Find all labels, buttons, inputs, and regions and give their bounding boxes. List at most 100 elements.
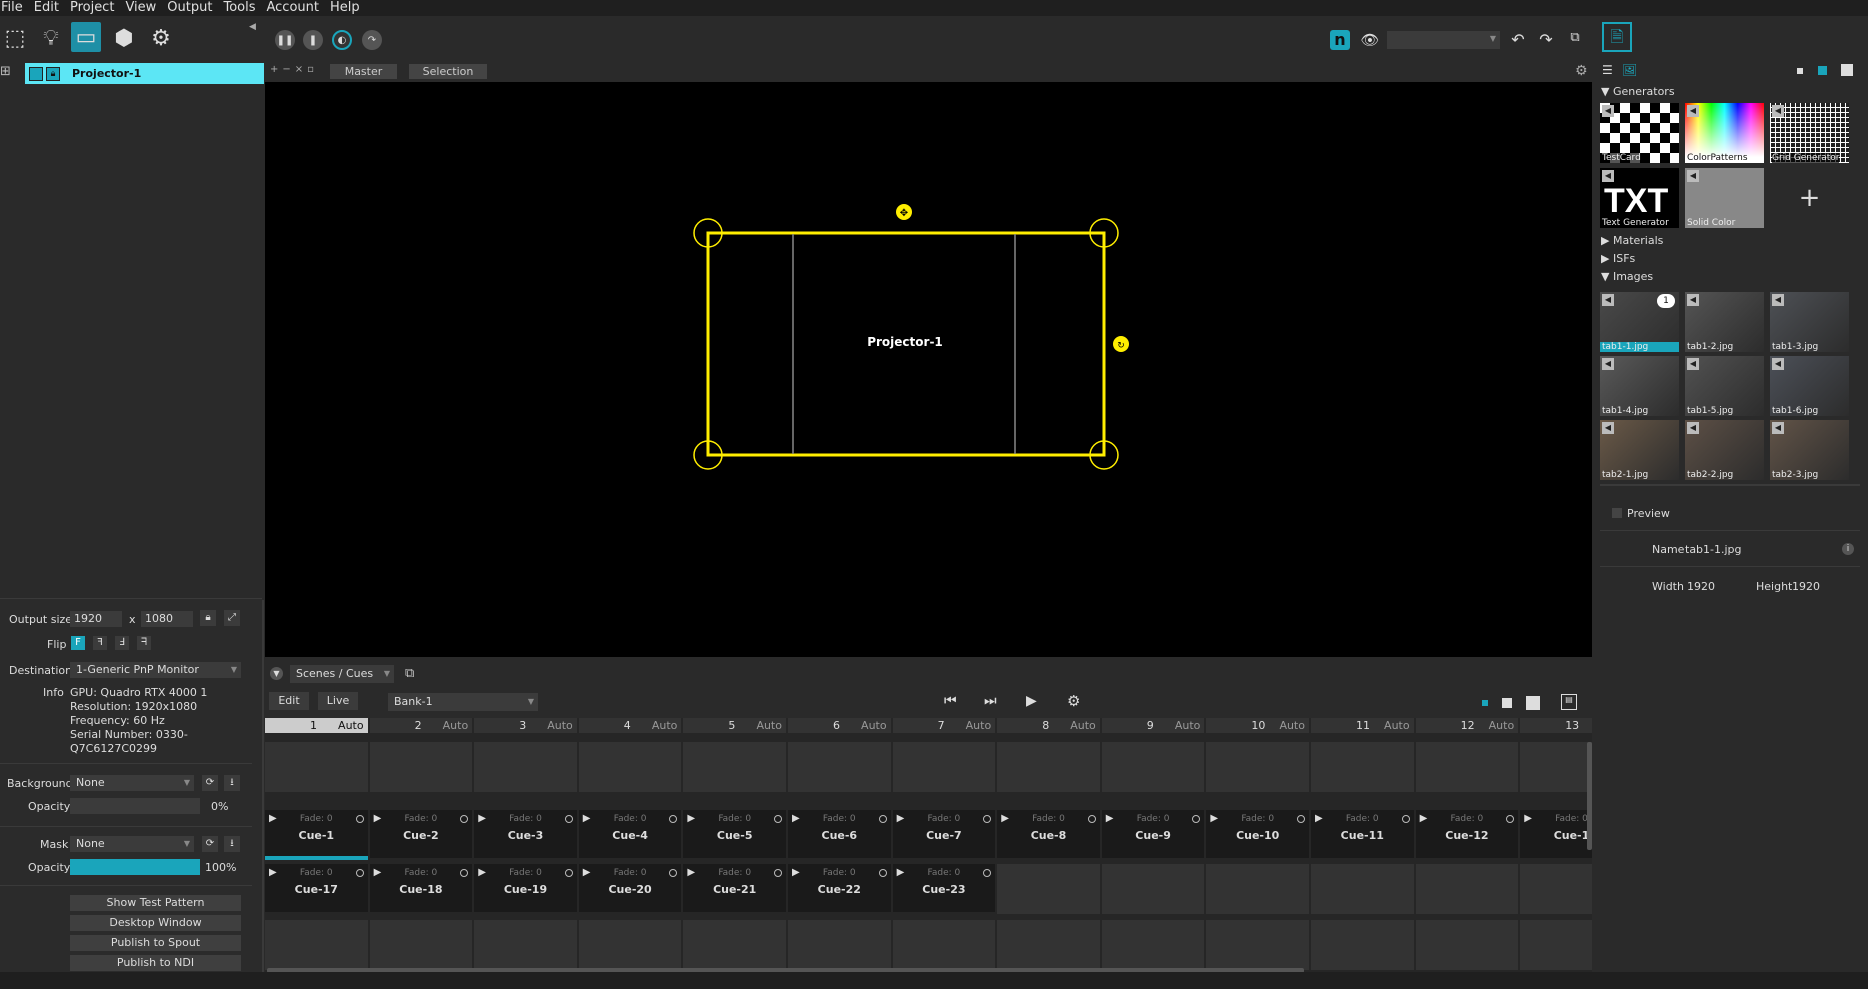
edit-button[interactable]: Edit (269, 692, 309, 710)
flip-vertical-icon[interactable]: Ⅎ (115, 636, 129, 650)
cue-vertical-scrollbar[interactable] (1587, 742, 1592, 850)
empty-cell[interactable] (265, 742, 368, 792)
cue-column-header[interactable]: 12 Auto (1415, 718, 1519, 733)
auto-label[interactable]: Auto (1070, 719, 1096, 732)
cue-cell[interactable]: ▶ Fade: 0 Cue-4 (578, 810, 682, 858)
list-view-icon[interactable]: ☰ (1602, 63, 1613, 77)
image-view-icon[interactable]: 🖼︎ (1622, 63, 1637, 77)
image-thumb[interactable]: ◀ tab2-2.jpg (1685, 420, 1764, 480)
cue-cell[interactable]: ▶ Fade: 0 Cue-1 (1520, 810, 1592, 858)
cue-column-header[interactable]: 2 Auto (369, 718, 473, 733)
cue-cell[interactable]: ▶ Fade: 0 Cue-21 (683, 864, 786, 912)
empty-cell[interactable] (1311, 742, 1414, 792)
size-large-icon[interactable] (1841, 64, 1853, 76)
mask-opacity-slider[interactable] (70, 859, 200, 875)
tab-selection[interactable]: Selection (409, 64, 487, 79)
cue-column-header[interactable]: 6 Auto (788, 718, 891, 733)
mask-dropdown[interactable]: None (70, 836, 194, 852)
image-thumb[interactable]: ◀ tab1-3.jpg (1770, 292, 1849, 352)
empty-cell[interactable] (1101, 742, 1205, 792)
cue-column-header[interactable]: 8 Auto (997, 718, 1100, 733)
redo-icon[interactable]: ↷ (1536, 30, 1556, 50)
generator-grid[interactable]: ◀ Grid Generator (1770, 103, 1849, 163)
empty-cell[interactable] (1206, 864, 1309, 914)
cue-column-header[interactable]: 4 Auto (578, 718, 682, 733)
cue-status-icon[interactable] (1087, 815, 1096, 823)
empty-cell[interactable] (683, 920, 786, 970)
cue-cell[interactable]: ▶ Fade: 0 Cue-17 (265, 864, 368, 912)
lock-icon[interactable]: 🔒︎ (46, 66, 60, 81)
layer-projector-1[interactable]: 🔒︎ Projector-1 (25, 63, 264, 84)
cue-size-medium-icon[interactable] (1502, 698, 1512, 708)
cue-status-icon[interactable] (878, 869, 887, 877)
generators-header[interactable]: ▼ Generators (1601, 85, 1675, 98)
live-button[interactable]: Live (318, 692, 358, 710)
cue-cell[interactable]: ▶ Fade: 0 Cue-1 (265, 810, 368, 860)
menu-view[interactable]: View (124, 0, 162, 16)
viewport-canvas[interactable]: ✥ ↻ Projector-1 (265, 82, 1592, 657)
eye-icon[interactable]: 👁︎ (1360, 30, 1380, 50)
cue-cell[interactable]: ▶ Fade: 0 Cue-11 (1311, 810, 1414, 858)
menu-account[interactable]: Account (266, 0, 326, 16)
empty-cell[interactable] (997, 742, 1100, 792)
empty-cell[interactable] (1206, 742, 1309, 792)
undo-icon[interactable]: ↶ (1508, 30, 1528, 50)
generator-solid-color[interactable]: ◀ Solid Color (1685, 168, 1764, 228)
cue-cell[interactable]: ▶ Fade: 0 Cue-10 (1206, 810, 1309, 858)
empty-cell[interactable] (997, 920, 1100, 970)
thumb-arrow-icon[interactable]: ◀ (1687, 294, 1699, 306)
cue-column-header[interactable]: 11 Auto (1311, 718, 1414, 733)
empty-cell[interactable] (892, 742, 996, 792)
generator-colorpatterns[interactable]: ◀ ColorPatterns (1685, 103, 1764, 163)
light-bulb-icon[interactable]: 💡︎ (36, 23, 66, 53)
cue-cell[interactable]: ▶ Fade: 0 Cue-8 (997, 810, 1100, 858)
thumb-arrow-icon[interactable]: ◀ (1687, 422, 1699, 434)
cue-column-header[interactable]: 13 (1520, 718, 1592, 733)
cue-settings-gear-icon[interactable]: ⚙ (1067, 692, 1080, 710)
auto-label[interactable]: Auto (1384, 719, 1410, 732)
cue-status-icon[interactable] (355, 815, 364, 823)
cue-column-header[interactable]: 7 Auto (892, 718, 996, 733)
empty-cell[interactable] (265, 920, 368, 970)
empty-cell[interactable] (683, 742, 786, 792)
cue-size-large-icon[interactable] (1526, 696, 1540, 710)
cue-cell[interactable]: ▶ Fade: 0 Cue-19 (474, 864, 577, 912)
auto-label[interactable]: Auto (861, 719, 887, 732)
auto-label[interactable]: Auto (443, 719, 469, 732)
thumb-arrow-icon[interactable]: ◀ (1772, 422, 1784, 434)
cue-status-icon[interactable] (1401, 815, 1410, 823)
materials-header[interactable]: ▶ Materials (1601, 234, 1663, 247)
thumb-arrow-icon[interactable]: ◀ (1772, 358, 1784, 370)
viewport-gear-icon[interactable]: ⚙ (1575, 63, 1588, 79)
menu-file[interactable]: File (0, 0, 29, 16)
preview-checkbox[interactable] (1612, 508, 1622, 518)
lock-ratio-icon[interactable]: 🔒︎ (200, 610, 216, 626)
auto-label[interactable]: Auto (338, 719, 364, 732)
empty-cell[interactable] (788, 920, 891, 970)
add-generator-icon[interactable]: + (1770, 168, 1849, 228)
cue-column-header[interactable]: 3 Auto (474, 718, 577, 733)
cue-status-icon[interactable] (564, 815, 573, 823)
auto-label[interactable]: Auto (547, 719, 573, 732)
image-thumb[interactable]: ◀ tab2-3.jpg (1770, 420, 1849, 480)
output-tool-icon[interactable]: ▭ (71, 22, 101, 52)
timer-icon[interactable]: ◐ (332, 30, 352, 50)
popout-icon[interactable]: ⧉ (405, 666, 414, 681)
image-thumb[interactable]: ◀ tab1-1.jpg 1 (1600, 292, 1679, 352)
menu-help[interactable]: Help (329, 0, 366, 16)
pause-icon[interactable]: ❚❚ (275, 30, 295, 50)
cue-cell[interactable]: ▶ Fade: 0 Cue-7 (892, 810, 996, 858)
image-thumb[interactable]: ◀ tab2-1.jpg (1600, 420, 1679, 480)
cue-status-icon[interactable] (355, 869, 364, 877)
empty-cell[interactable] (474, 742, 577, 792)
empty-cell[interactable] (997, 864, 1100, 914)
background-dropdown[interactable]: None (70, 775, 194, 791)
image-thumb[interactable]: ◀ tab1-6.jpg (1770, 356, 1849, 416)
destination-dropdown[interactable]: 1-Generic PnP Monitor (70, 662, 241, 678)
empty-cell[interactable] (1415, 864, 1519, 914)
mask-refresh-icon[interactable]: ⟳ (202, 836, 218, 852)
menu-tools[interactable]: Tools (222, 0, 261, 16)
desktop-window-button[interactable]: Desktop Window (70, 915, 241, 931)
menu-output[interactable]: Output (166, 0, 218, 16)
auto-label[interactable]: Auto (756, 719, 782, 732)
